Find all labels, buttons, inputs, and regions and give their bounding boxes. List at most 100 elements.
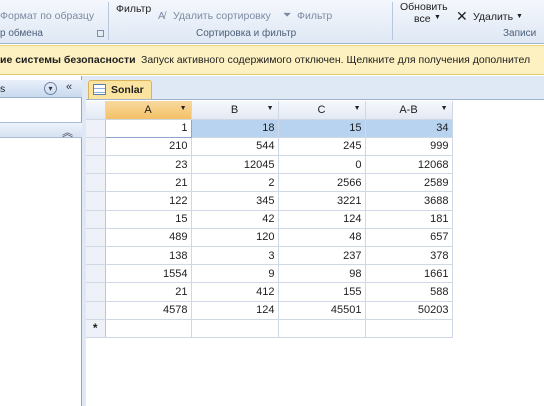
nav-pane-title: s — [0, 83, 6, 95]
table-cell[interactable]: 588 — [365, 282, 453, 302]
table-cell[interactable]: 3221 — [278, 191, 366, 211]
table-cell[interactable]: 12045 — [191, 155, 279, 175]
filter-funnel-icon: ⏷ — [283, 9, 292, 21]
chevron-down-icon[interactable]: ▼ — [354, 105, 361, 112]
table-cell[interactable]: 138 — [105, 246, 192, 266]
table-cell[interactable] — [365, 319, 453, 338]
table-cell[interactable]: 34 — [365, 119, 453, 138]
delete-button[interactable]: Удалить — [473, 11, 513, 23]
table-cell[interactable]: 210 — [105, 137, 192, 157]
new-record-row: * — [86, 319, 453, 338]
table-cell[interactable]: 2589 — [365, 173, 453, 193]
toggle-filter-button[interactable]: Фильтр — [297, 10, 332, 22]
table-cell[interactable]: 3 — [191, 246, 279, 266]
row-selector[interactable] — [86, 119, 106, 138]
table-cell[interactable]: 544 — [191, 137, 279, 157]
table-cell[interactable]: 12068 — [365, 155, 453, 175]
table-cell[interactable]: 23 — [105, 155, 192, 175]
table-cell[interactable]: 124 — [278, 210, 366, 229]
table-cell[interactable]: 1 — [104, 118, 192, 138]
refresh-all-label-2: все — [414, 13, 431, 25]
table-cell[interactable]: 2566 — [278, 173, 366, 193]
table-cell[interactable]: 1554 — [105, 264, 192, 284]
ribbon-separator — [108, 2, 109, 40]
table-cell[interactable]: 0 — [278, 155, 366, 175]
datasheet-grid: A ▼ B ▼ C ▼ A-B ▼ 1 18 15 34 210 544 245 999… — [86, 101, 453, 338]
table-cell[interactable]: 124 — [191, 301, 279, 320]
table-cell[interactable]: 122 — [105, 191, 192, 211]
row-selector[interactable] — [86, 191, 106, 211]
nav-options-icon[interactable]: ▾ — [44, 82, 57, 95]
table-cell[interactable]: 98 — [278, 264, 366, 284]
select-all-corner[interactable] — [86, 101, 106, 120]
nav-group-bar[interactable]: ︽ — [0, 122, 82, 140]
table-cell[interactable]: 9 — [191, 264, 279, 284]
table-cell[interactable]: 120 — [191, 228, 279, 248]
table-row: 4578 124 45501 50203 — [86, 301, 453, 320]
table-row: 489 120 48 657 — [86, 228, 453, 248]
refresh-all-button[interactable]: Обновить — [400, 1, 448, 13]
table-cell[interactable]: 3688 — [365, 191, 453, 211]
table-cell[interactable]: 345 — [191, 191, 279, 211]
table-cell[interactable]: 48 — [278, 228, 366, 248]
table-cell[interactable]: 2 — [191, 173, 279, 193]
table-cell[interactable] — [278, 319, 366, 338]
remove-sort-button[interactable]: Удалить сортировку — [173, 10, 271, 22]
table-cell[interactable]: 45501 — [278, 301, 366, 320]
security-warning-title: ие системы безопасности — [0, 54, 136, 66]
table-cell[interactable]: 155 — [278, 282, 366, 302]
table-cell[interactable]: 412 — [191, 282, 279, 302]
table-cell[interactable]: 245 — [278, 137, 366, 157]
column-header-a[interactable]: A ▼ — [105, 101, 192, 120]
chevron-down-icon[interactable]: ▼ — [516, 13, 523, 20]
row-selector[interactable] — [86, 173, 106, 193]
table-cell[interactable] — [191, 319, 279, 338]
table-cell[interactable]: 1661 — [365, 264, 453, 284]
table-row: 21 2 2566 2589 — [86, 173, 453, 193]
column-header-b[interactable]: B ▼ — [191, 101, 279, 120]
table-row: 21 412 155 588 — [86, 282, 453, 302]
column-header-c[interactable]: C ▼ — [278, 101, 366, 120]
table-cell[interactable]: 4578 — [105, 301, 192, 320]
table-cell[interactable]: 21 — [105, 173, 192, 193]
row-selector[interactable] — [86, 264, 106, 284]
column-header-label: A-B — [399, 103, 418, 116]
table-cell[interactable]: 15 — [105, 210, 192, 229]
clipboard-launcher-icon[interactable] — [97, 30, 104, 37]
ribbon-separator — [392, 2, 393, 40]
row-selector[interactable] — [86, 282, 106, 302]
row-selector[interactable] — [86, 301, 106, 320]
format-painter-button[interactable]: Формат по образцу — [0, 10, 94, 22]
table-cell[interactable]: 378 — [365, 246, 453, 266]
chevron-up-icon[interactable]: ︽ — [62, 124, 73, 140]
chevron-down-icon[interactable]: ▼ — [267, 105, 274, 112]
chevron-down-icon[interactable]: ▼ — [441, 105, 448, 112]
table-cell[interactable]: 657 — [365, 228, 453, 248]
table-cell[interactable]: 999 — [365, 137, 453, 157]
chevron-down-icon[interactable]: ▼ — [180, 105, 187, 112]
collapse-pane-icon[interactable]: « — [66, 81, 72, 93]
table-cell[interactable]: 50203 — [365, 301, 453, 320]
row-selector[interactable] — [86, 137, 106, 157]
row-selector[interactable] — [86, 246, 106, 266]
table-cell[interactable]: 489 — [105, 228, 192, 248]
table-row: 23 12045 0 12068 — [86, 155, 453, 175]
row-selector[interactable] — [86, 228, 106, 248]
tab-sonlar[interactable]: Sonlar — [88, 80, 152, 99]
security-warning-bar[interactable]: ие системы безопасности Запуск активного… — [0, 45, 544, 75]
table-cell[interactable]: 237 — [278, 246, 366, 266]
table-cell[interactable]: 15 — [278, 119, 366, 138]
column-header-a-b[interactable]: A-B ▼ — [365, 101, 453, 120]
table-cell[interactable]: 181 — [365, 210, 453, 229]
table-cell[interactable]: 42 — [191, 210, 279, 229]
filter-button[interactable]: Фильтр — [116, 3, 151, 15]
table-cell[interactable]: 21 — [105, 282, 192, 302]
new-record-marker[interactable]: * — [86, 319, 106, 338]
row-selector[interactable] — [86, 210, 106, 229]
table-cell[interactable] — [105, 319, 192, 338]
security-warning-message[interactable]: Запуск активного содержимого отключен. Щ… — [141, 54, 530, 66]
chevron-down-icon[interactable]: ▼ — [434, 14, 441, 21]
row-selector[interactable] — [86, 155, 106, 175]
table-cell[interactable]: 18 — [191, 119, 279, 138]
nav-pane-header[interactable]: s ▾ « — [0, 80, 82, 98]
